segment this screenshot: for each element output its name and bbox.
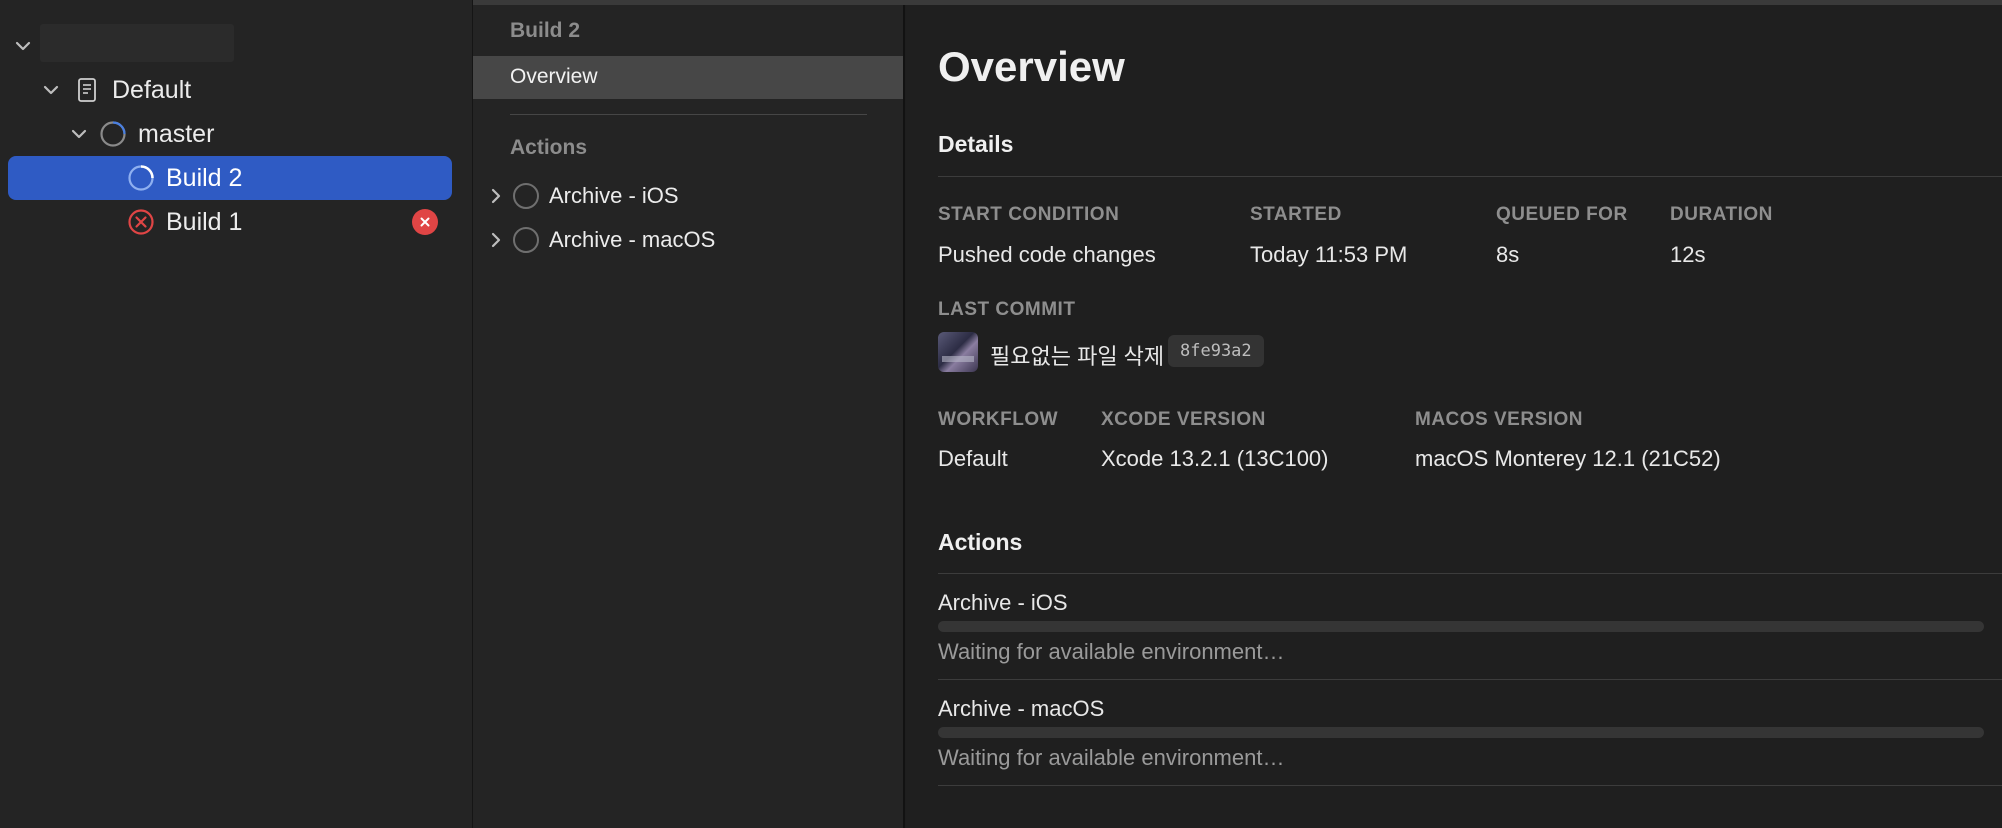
document-icon [72,75,102,105]
action-progress-bar [938,621,1984,632]
sidebar-item-archive-ios[interactable]: Archive - iOS [485,178,679,214]
duration-label: DURATION [1670,204,1773,225]
divider [938,573,2002,574]
start-condition-value: Pushed code changes [938,242,1156,267]
workflow-row-default[interactable]: Default [40,68,191,112]
divider [938,785,2002,786]
build-label: Build 1 [166,207,243,236]
xcode-version-label: XCODE VERSION [1101,409,1266,430]
error-icon [126,207,156,237]
commit-message: 필요없는 파일 삭제 [990,344,1165,369]
queued-for-label: QUEUED FOR [1496,204,1628,225]
actions-section-header: Actions [510,136,588,159]
started-label: STARTED [1250,204,1342,225]
queued-for-value: 8s [1496,242,1520,267]
build-row-build-2[interactable]: Build 2 [126,156,242,200]
product-row[interactable] [12,24,34,68]
macos-version-value: macOS Monterey 12.1 (21C52) [1415,446,1721,471]
build-row-build-1[interactable]: Build 1 [126,200,242,244]
build-detail-sidebar: Build 2 Overview Actions Archive - iOS A… [473,5,905,828]
actions-heading: Actions [938,529,1023,555]
action-name: Archive - iOS [938,590,1068,615]
workflow-label: Default [112,75,192,104]
chevron-right-icon[interactable] [485,229,507,251]
action-status: Waiting for available environment… [938,639,1285,664]
pending-status-icon [513,227,539,253]
start-condition-label: START CONDITION [938,204,1120,225]
macos-version-label: MACOS VERSION [1415,409,1584,430]
branch-status-icon [98,119,128,149]
chevron-down-icon[interactable] [12,35,34,57]
sidebar-item-label: Overview [510,65,598,88]
workflow-label: WORKFLOW [938,409,1059,430]
branch-label: master [138,119,215,148]
avatar [938,332,978,372]
build-title: Build 2 [510,19,581,42]
sidebar-item-overview[interactable]: Overview [473,56,903,99]
sidebar-item-label: Archive - macOS [549,227,716,252]
overview-panel: Overview Details START CONDITION Pushed … [906,5,2002,828]
build-label: Build 2 [166,163,243,192]
chevron-down-icon[interactable] [40,79,62,101]
error-badge-icon[interactable] [412,209,438,235]
action-status: Waiting for available environment… [938,745,1285,770]
workflow-value: Default [938,446,1008,471]
divider [938,176,2002,177]
in-progress-icon [126,163,156,193]
last-commit-label: LAST COMMIT [938,299,1076,320]
details-heading: Details [938,131,1014,157]
redacted-product-name [40,24,234,62]
divider [938,679,2002,680]
duration-value: 12s [1670,242,1706,267]
commit-hash-badge[interactable]: 8fe93a2 [1168,335,1264,367]
branch-row-master[interactable]: master [68,112,214,156]
pending-status-icon [513,183,539,209]
build-navigator: Default master Build 2 Build 1 [0,0,473,828]
started-value: Today 11:53 PM [1250,242,1408,267]
chevron-down-icon[interactable] [68,123,90,145]
action-name: Archive - macOS [938,696,1105,721]
chevron-right-icon[interactable] [485,185,507,207]
page-title: Overview [938,43,1125,90]
sidebar-item-label: Archive - iOS [549,183,679,208]
sidebar-item-archive-macos[interactable]: Archive - macOS [485,222,715,258]
xcode-version-value: Xcode 13.2.1 (13C100) [1101,446,1329,471]
divider [510,114,867,115]
action-progress-bar [938,727,1984,738]
